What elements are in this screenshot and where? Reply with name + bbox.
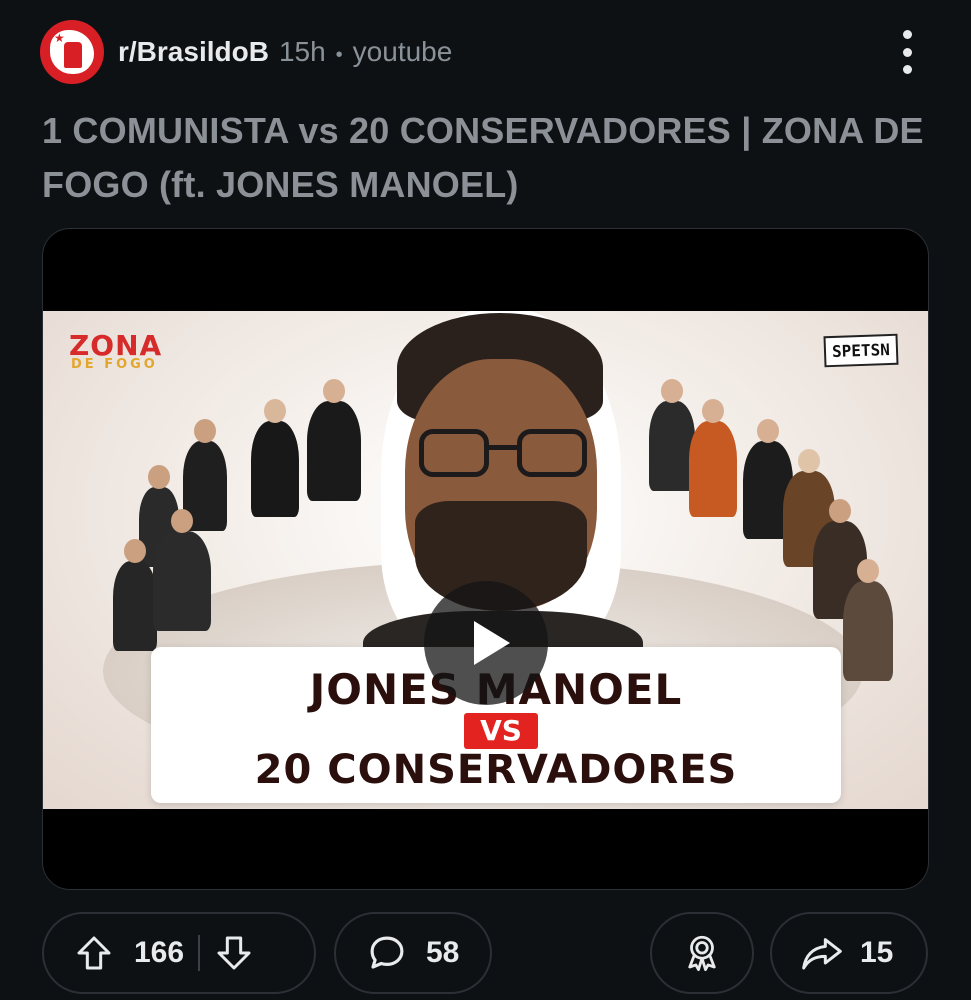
post-source[interactable]: youtube <box>353 36 453 68</box>
play-icon[interactable] <box>424 581 548 705</box>
comment-bubble-icon <box>366 932 408 974</box>
vote-control: 166 <box>42 912 316 994</box>
subreddit-avatar-icon[interactable]: ★ <box>40 20 104 84</box>
post-time: 15h <box>278 36 326 67</box>
spetsn-logo: SPETSN <box>823 333 899 368</box>
award-button[interactable] <box>650 912 754 994</box>
more-options-icon[interactable] <box>895 30 919 74</box>
share-count: 15 <box>860 936 894 969</box>
video-thumbnail[interactable]: ZONA DE FOGO SPETSN JONES MANOEL VS 20 C… <box>43 311 928 809</box>
post-action-bar: 166 58 15 <box>42 912 929 994</box>
zona-de-fogo-logo: ZONA DE FOGO <box>69 332 162 372</box>
post-title[interactable]: 1 COMUNISTA vs 20 CONSERVADORES | ZONA D… <box>42 104 932 212</box>
post-meta: r/BrasildoB 15h • youtube <box>118 36 452 68</box>
caption-opponents: 20 CONSERVADORES <box>254 747 738 793</box>
video-embed[interactable]: ZONA DE FOGO SPETSN JONES MANOEL VS 20 C… <box>42 228 929 890</box>
post-header: ★ r/BrasildoB 15h • youtube <box>40 20 931 84</box>
comment-count: 58 <box>426 936 460 969</box>
glasses-graphic <box>415 429 591 479</box>
caption-vs-badge: VS <box>464 713 538 749</box>
share-arrow-icon <box>800 933 844 973</box>
share-button[interactable]: 15 <box>770 912 928 994</box>
upvote-count: 166 <box>134 936 185 969</box>
subreddit-name[interactable]: r/BrasildoB <box>118 36 269 68</box>
comments-button[interactable]: 58 <box>334 912 492 994</box>
downvote-arrow-icon[interactable] <box>214 933 254 973</box>
award-icon <box>681 932 723 974</box>
upvote-arrow-icon[interactable] <box>74 933 114 973</box>
logo-sub-text: DE FOGO <box>71 357 158 372</box>
meta-separator: • <box>335 44 343 66</box>
vote-divider <box>198 935 201 971</box>
